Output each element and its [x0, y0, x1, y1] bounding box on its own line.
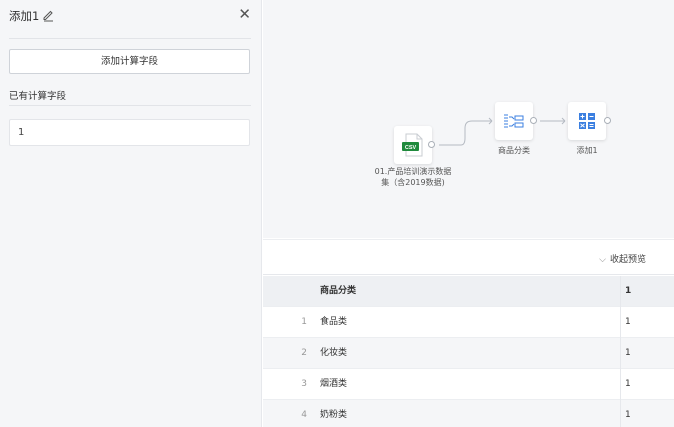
table-cell: 1 [620, 400, 674, 427]
output-port[interactable] [428, 141, 435, 148]
category-transform-icon [504, 114, 524, 128]
row-index: 2 [301, 348, 307, 358]
collapse-preview-label: 收起预览 [609, 255, 646, 265]
row-index: 1 [301, 317, 307, 327]
output-port[interactable] [530, 117, 537, 124]
chevron-down-icon: ⌵ [599, 255, 606, 265]
table-row: 3 烟酒类 1 [263, 369, 674, 400]
source-label-line2: 集（含2019数据) [381, 178, 445, 187]
divider [9, 38, 251, 39]
csv-badge: CSV [405, 145, 417, 151]
row-index: 3 [301, 379, 307, 389]
category-node[interactable] [495, 102, 533, 140]
add-calc-icon [579, 113, 595, 129]
panel-header: 添加1 ✕ [9, 6, 251, 24]
table-cell: 烟酒类 [320, 379, 348, 389]
table-header-row: 商品分类 1 [263, 276, 674, 307]
column-header[interactable]: 1 [620, 276, 674, 307]
calc-field-panel: 添加1 ✕ 添加计算字段 已有计算字段 1 [0, 0, 262, 427]
table-row: 4 奶粉类 1 [263, 400, 674, 427]
csv-file-icon: CSV [402, 133, 423, 157]
table-cell: 化妆类 [320, 348, 348, 358]
edit-icon[interactable] [41, 8, 55, 22]
table-row: 2 化妆类 1 [263, 338, 674, 369]
add-calc-field-button[interactable]: 添加计算字段 [9, 49, 250, 74]
table-cell: 奶粉类 [320, 410, 348, 420]
table-cell: 1 [620, 338, 674, 369]
add-calc-node-label: 添加1 [576, 146, 598, 155]
close-icon[interactable]: ✕ [238, 6, 251, 22]
column-header[interactable]: 商品分类 [320, 276, 356, 307]
source-label-line1: 01.产品培训演示数据 [374, 167, 452, 176]
row-index: 4 [301, 410, 307, 420]
collapse-preview-button[interactable]: ⌵ 收起预览 [599, 252, 646, 265]
flow-canvas[interactable]: CSV 01.产品培训演示数据 集（含2019数据) 商品分类 添加1 [263, 0, 674, 238]
panel-title: 添加1 [9, 9, 40, 23]
divider [9, 105, 251, 106]
add-calc-node[interactable] [568, 102, 606, 140]
existing-fields-label: 已有计算字段 [9, 91, 67, 102]
category-node-label: 商品分类 [498, 146, 530, 155]
calc-field-item[interactable]: 1 [9, 119, 250, 146]
table-cell: 食品类 [320, 317, 348, 327]
table-cell: 1 [620, 307, 674, 338]
table-row: 1 食品类 1 [263, 307, 674, 338]
connector-lines [439, 117, 566, 146]
source-node-label: 01.产品培训演示数据 集（含2019数据) [363, 166, 463, 188]
table-cell: 1 [620, 369, 674, 400]
source-node[interactable]: CSV [394, 126, 432, 164]
preview-toolbar: ⌵ 收起预览 [263, 239, 674, 275]
preview-table: 商品分类 1 1 食品类 1 2 化妆类 1 3 烟酒类 1 4 奶粉类 1 [263, 276, 674, 427]
output-port[interactable] [604, 117, 611, 124]
